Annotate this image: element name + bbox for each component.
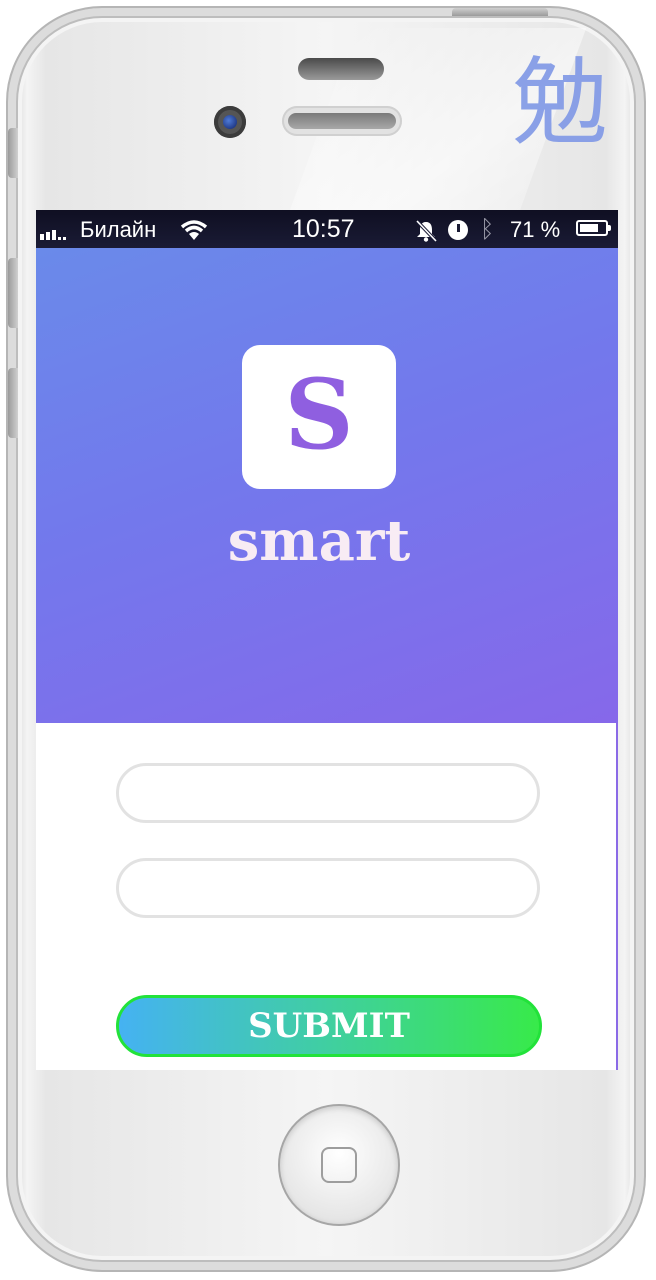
front-camera xyxy=(214,106,246,138)
bluetooth-icon: ᛒ xyxy=(480,215,495,243)
watermark-glyph: 勉 xyxy=(512,47,608,159)
proximity-sensor xyxy=(298,58,384,80)
status-bar: Билайн 10:57 ᛒ 71 % xyxy=(36,210,618,248)
volume-down-button[interactable] xyxy=(8,368,18,438)
earpiece-speaker xyxy=(282,106,402,136)
phone-screen: Билайн 10:57 ᛒ 71 % S smart SUBMIT xyxy=(36,210,618,1070)
status-time: 10:57 xyxy=(292,215,355,243)
volume-up-button[interactable] xyxy=(8,258,18,328)
home-button[interactable] xyxy=(278,1104,400,1226)
app-logo-letter: S xyxy=(284,358,354,471)
signal-icon xyxy=(40,230,66,240)
battery-percent: 71 % xyxy=(510,217,561,242)
password-field[interactable] xyxy=(116,858,540,918)
submit-button[interactable]: SUBMIT xyxy=(116,995,542,1057)
hero-banner: S smart xyxy=(36,248,618,723)
silent-bell-icon xyxy=(415,219,438,243)
battery-icon xyxy=(576,220,611,236)
mute-switch[interactable] xyxy=(8,128,18,178)
alarm-icon xyxy=(448,220,468,240)
screen-edge-accent xyxy=(616,723,618,1070)
app-logo: S xyxy=(242,345,396,489)
carrier-name: Билайн xyxy=(80,217,157,242)
username-field[interactable] xyxy=(116,763,540,823)
wifi-icon xyxy=(180,220,208,240)
app-name: smart xyxy=(227,508,411,574)
home-square-icon xyxy=(321,1147,357,1183)
power-button[interactable] xyxy=(452,8,548,16)
